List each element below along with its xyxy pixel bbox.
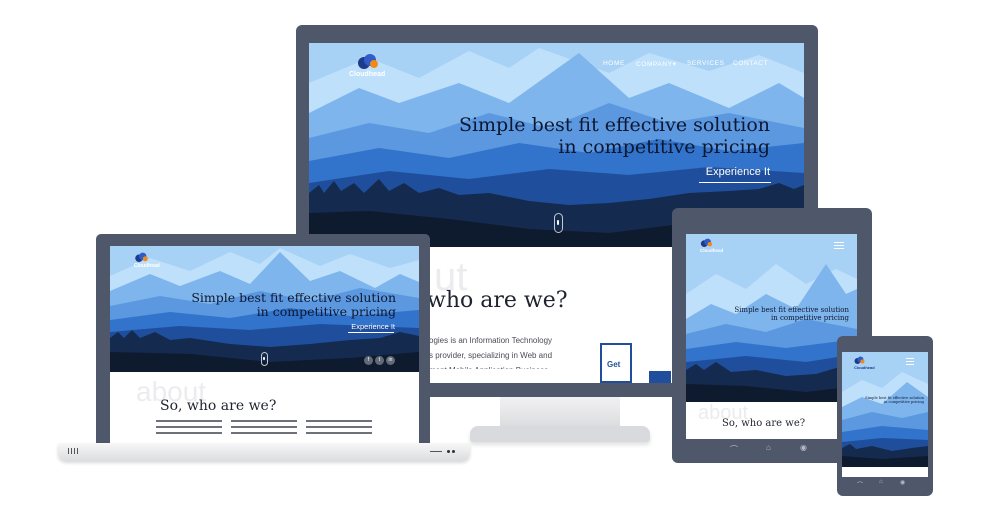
tablet-headline-line1: Simple best fit effective solution xyxy=(734,306,849,314)
laptop-brand-name: Cloudhead xyxy=(134,263,160,269)
phone-home-icon[interactable]: ⌂ xyxy=(879,479,883,485)
linkedin-icon[interactable]: in xyxy=(386,356,395,365)
laptop-logo[interactable]: Cloudhead xyxy=(134,252,160,269)
back-icon[interactable]: ⌒ xyxy=(730,444,738,455)
about-heading: who are we? xyxy=(427,288,568,313)
tablet-about-heading: So, who are we? xyxy=(722,418,806,429)
text-line xyxy=(306,420,372,422)
text-line xyxy=(156,420,222,422)
laptop-headline-line2: in competitive pricing xyxy=(256,304,396,320)
get-button-label: Get xyxy=(607,360,621,369)
laptop-indicator-icon xyxy=(430,451,442,452)
facebook-icon[interactable]: f xyxy=(364,356,373,365)
monitor-stand-base xyxy=(470,426,650,442)
tablet-logo[interactable]: Cloudhead xyxy=(700,238,723,253)
cloud-logo-icon xyxy=(700,238,713,247)
text-line xyxy=(231,426,297,428)
hero-headline-line2: in competitive pricing xyxy=(558,135,770,158)
home-icon[interactable]: ⌂ xyxy=(766,443,771,452)
nav-company[interactable]: COMPANY▾ xyxy=(636,60,676,68)
text-line xyxy=(306,426,372,428)
nav-company-label: COMPANY xyxy=(636,61,673,68)
hero-headline-line1: Simple best fit effective solution xyxy=(458,114,770,136)
tablet-hero-headline: Simple best fit effective solution in co… xyxy=(709,306,849,322)
scroll-dot xyxy=(557,220,559,225)
phone-headline-line2: in competitive pricing xyxy=(883,400,924,405)
laptop-experience-it-link[interactable]: Experience It xyxy=(315,322,395,331)
cloudhead-logo[interactable]: Cloudhead xyxy=(349,53,389,83)
text-line xyxy=(231,432,297,434)
phone-back-icon[interactable]: ⌒ xyxy=(857,480,863,489)
laptop-headline-line1: Simple best fit effective solution xyxy=(191,290,396,305)
phone-brand-name: Cloudhead xyxy=(854,365,875,370)
text-line xyxy=(306,432,372,434)
experience-it-link[interactable]: Experience It xyxy=(670,166,770,178)
laptop-scroll-indicator[interactable] xyxy=(261,352,268,366)
laptop-dot-icon xyxy=(452,450,455,453)
phone-hamburger-menu-icon[interactable] xyxy=(906,358,914,367)
text-line xyxy=(156,426,222,428)
cloud-logo-icon xyxy=(854,356,865,364)
laptop-about-heading: So, who are we? xyxy=(160,398,277,414)
hero-headline: Simple best fit effective solution in co… xyxy=(410,114,770,159)
laptop-dot-icon xyxy=(447,450,450,453)
laptop-base xyxy=(58,443,470,461)
about-line-3: ment Mobile Application Business xyxy=(429,363,562,369)
about-paragraph: ogies is an Information Technology s pro… xyxy=(429,333,562,369)
phone-recent-icon[interactable]: ◉ xyxy=(900,479,905,486)
tablet-hero: Cloudhead Simple best fit effective solu… xyxy=(686,234,857,402)
laptop-hero-headline: Simple best fit effective solution in co… xyxy=(156,290,396,320)
laptop-hero: Cloudhead Simple best fit effective solu… xyxy=(110,246,419,372)
tablet-headline-line2: in competitive pricing xyxy=(770,314,849,323)
get-started-button[interactable]: Get xyxy=(600,343,632,383)
chevron-down-icon: ▾ xyxy=(672,61,677,68)
cloud-logo-icon xyxy=(358,54,378,69)
phone-screen: Cloudhead Simple best fit effective solu… xyxy=(842,352,928,477)
scroll-indicator[interactable] xyxy=(554,213,563,233)
phone-hero: Cloudhead Simple best fit effective solu… xyxy=(842,352,928,467)
laptop-scroll-dot xyxy=(263,357,265,360)
about-line-2: s provider, specializing in Web and xyxy=(429,351,553,360)
twitter-icon[interactable]: t xyxy=(375,356,384,365)
text-line xyxy=(231,420,297,422)
laptop-screen: Cloudhead Simple best fit effective solu… xyxy=(110,246,419,444)
phone-logo[interactable]: Cloudhead xyxy=(854,356,875,370)
teal-accent-block xyxy=(649,371,671,383)
text-line xyxy=(156,432,222,434)
hamburger-menu-icon[interactable] xyxy=(834,242,844,251)
nav-home[interactable]: HOME xyxy=(603,60,625,67)
brand-name: Cloudhead xyxy=(349,71,386,78)
laptop-vent-icon xyxy=(68,448,78,454)
cta-underline xyxy=(699,182,771,183)
nav-services[interactable]: SERVICES xyxy=(687,60,725,67)
tablet-screen: Cloudhead Simple best fit effective solu… xyxy=(686,234,857,439)
laptop-cta-underline xyxy=(348,332,394,333)
nav-contact[interactable]: CONTACT xyxy=(733,60,768,67)
tablet-brand-name: Cloudhead xyxy=(700,248,724,253)
cloud-logo-icon xyxy=(135,252,148,262)
about-line-1: ogies is an Information Technology xyxy=(429,336,553,345)
recent-icon[interactable]: ◉ xyxy=(800,443,807,452)
phone-hero-headline: Simple best fit effective solution in co… xyxy=(854,396,924,404)
